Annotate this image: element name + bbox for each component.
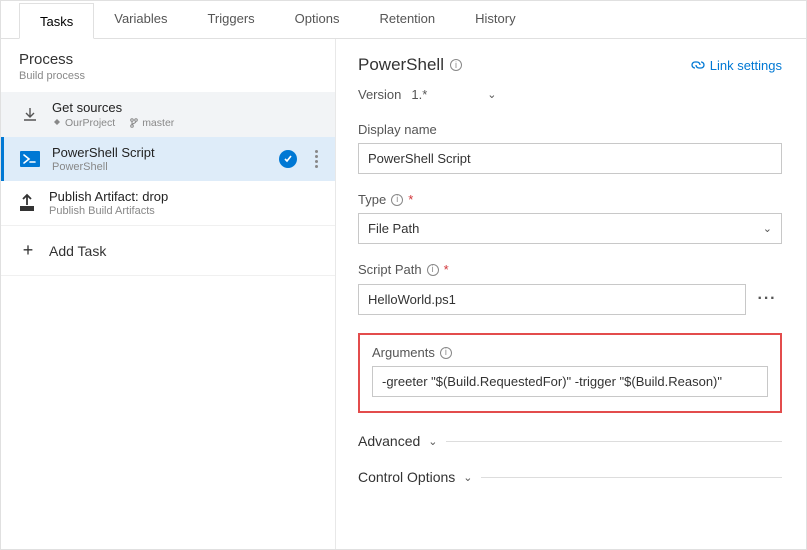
- add-task-button[interactable]: + Add Task: [1, 225, 335, 276]
- info-icon[interactable]: i: [440, 347, 452, 359]
- task-title: Get sources: [52, 100, 321, 115]
- chevron-down-icon: ⌄: [487, 88, 496, 101]
- chevron-down-icon: ⌄: [428, 435, 437, 448]
- process-subtitle: Build process: [19, 70, 317, 82]
- tab-tasks[interactable]: Tasks: [19, 3, 94, 39]
- upload-icon: [15, 191, 39, 215]
- type-label: Type i *: [358, 192, 782, 207]
- chevron-down-icon: ⌄: [763, 222, 772, 235]
- display-name-input[interactable]: [358, 143, 782, 174]
- script-path-label: Script Path i *: [358, 262, 782, 277]
- task-publish-artifact[interactable]: Publish Artifact: drop Publish Build Art…: [1, 181, 335, 225]
- info-icon[interactable]: i: [450, 59, 462, 71]
- control-options-section[interactable]: Control Options ⌄: [358, 469, 782, 485]
- process-title: Process: [19, 51, 317, 68]
- task-title: Publish Artifact: drop: [49, 189, 321, 204]
- plus-icon: +: [19, 240, 37, 261]
- drag-handle-icon[interactable]: [311, 150, 321, 168]
- check-icon: [279, 150, 297, 168]
- task-title: PowerShell Script: [52, 145, 269, 160]
- chevron-down-icon: ⌄: [463, 471, 472, 484]
- browse-button[interactable]: ···: [752, 283, 782, 315]
- task-subtitle: PowerShell: [52, 161, 269, 173]
- link-icon: [691, 58, 705, 72]
- tab-options[interactable]: Options: [275, 1, 360, 38]
- link-settings-button[interactable]: Link settings: [691, 58, 782, 73]
- branch-badge: master: [129, 117, 174, 129]
- task-subtitle: Publish Build Artifacts: [49, 205, 321, 217]
- detail-panel: PowerShell i Link settings Version 1.* ⌄…: [336, 39, 806, 549]
- info-icon[interactable]: i: [391, 194, 403, 206]
- advanced-section[interactable]: Advanced ⌄: [358, 433, 782, 449]
- arguments-input[interactable]: [372, 366, 768, 397]
- info-icon[interactable]: i: [427, 264, 439, 276]
- add-task-label: Add Task: [49, 243, 106, 259]
- repo-badge: OurProject: [52, 117, 115, 129]
- tab-variables[interactable]: Variables: [94, 1, 187, 38]
- task-get-sources[interactable]: Get sources OurProject master: [1, 92, 335, 137]
- download-icon: [18, 103, 42, 127]
- display-name-label: Display name: [358, 122, 782, 137]
- task-powershell[interactable]: PowerShell Script PowerShell: [1, 137, 335, 181]
- version-selector[interactable]: Version 1.* ⌄: [358, 85, 782, 104]
- tab-retention[interactable]: Retention: [359, 1, 455, 38]
- script-path-input[interactable]: [358, 284, 746, 315]
- task-list-panel: Process Build process Get sources OurPro…: [1, 39, 336, 549]
- arguments-highlight: Arguments i: [358, 333, 782, 413]
- tab-history[interactable]: History: [455, 1, 535, 38]
- process-header[interactable]: Process Build process: [1, 39, 335, 92]
- arguments-label: Arguments i: [372, 345, 768, 360]
- type-select[interactable]: File Path ⌄: [358, 213, 782, 244]
- tab-bar: Tasks Variables Triggers Options Retenti…: [1, 1, 806, 39]
- tab-triggers[interactable]: Triggers: [187, 1, 274, 38]
- powershell-icon: [18, 147, 42, 171]
- detail-title: PowerShell i: [358, 55, 462, 75]
